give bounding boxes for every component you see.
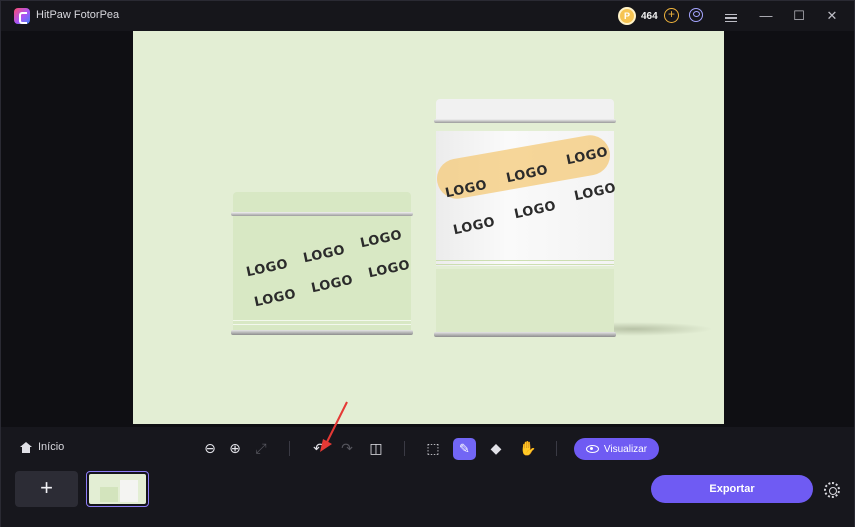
user-icon[interactable] <box>689 8 703 22</box>
add-image-button[interactable]: + <box>15 471 78 507</box>
image-canvas[interactable]: LOGO LOGO LOGO LOGO LOGO LOGO LOGO LOGO … <box>133 31 724 424</box>
tall-tin: LOGO LOGO LOGO LOGO LOGO LOGO <box>433 99 618 337</box>
coin-icon: P <box>618 7 636 25</box>
image-thumbnail[interactable] <box>86 471 149 507</box>
hand-icon[interactable]: ✋ <box>519 439 537 457</box>
ai-select-icon[interactable]: ⬚ <box>424 439 442 457</box>
export-button[interactable]: Exportar <box>651 475 813 503</box>
toolbar-divider <box>556 441 557 456</box>
home-label: Início <box>38 441 65 453</box>
redo-icon[interactable]: ↷ <box>338 439 356 457</box>
stripe <box>233 320 411 321</box>
home-button[interactable]: Início <box>20 441 64 453</box>
bottom-panel: + Exportar <box>1 469 854 527</box>
zoom-in-icon[interactable]: ⊕ <box>226 439 244 457</box>
preview-button[interactable]: Visualizar <box>574 438 659 460</box>
fit-screen-icon[interactable]: ⤢ <box>252 439 270 457</box>
editor-toolbar: Início ⊖ ⊕ ⤢ ↶ ↷ ◫ ⬚ ✎ ◆ ✋ Visualizar <box>1 427 854 469</box>
title-bar: HitPaw FotorPea P 464 + — ☐ ✕ <box>1 1 854 31</box>
brush-tool-button[interactable]: ✎ <box>453 438 476 460</box>
toolbar-divider <box>404 441 405 456</box>
compare-icon[interactable]: ◫ <box>367 439 385 457</box>
thumbnail-preview <box>89 474 146 504</box>
minimize-icon[interactable]: — <box>757 7 775 25</box>
maximize-icon[interactable]: ☐ <box>790 7 808 25</box>
small-tin: LOGO LOGO LOGO LOGO LOGO LOGO <box>231 192 413 335</box>
app-logo-icon <box>14 8 30 24</box>
eye-icon <box>585 445 599 453</box>
tall-tin-rim <box>434 119 616 123</box>
close-icon[interactable]: ✕ <box>823 7 841 25</box>
gear-icon[interactable] <box>824 482 840 498</box>
stripe <box>436 260 614 261</box>
tall-tin-base <box>434 332 616 337</box>
tall-tin-lid <box>436 99 614 120</box>
app-window: HitPaw FotorPea P 464 + — ☐ ✕ LOGO LOGO … <box>0 0 855 527</box>
stripe <box>233 324 411 325</box>
canvas-workspace[interactable]: LOGO LOGO LOGO LOGO LOGO LOGO LOGO LOGO … <box>1 31 854 427</box>
coin-count: 464 <box>641 10 658 22</box>
eraser-icon[interactable]: ◆ <box>487 439 505 457</box>
home-icon <box>20 441 32 453</box>
add-coin-icon[interactable]: + <box>664 8 679 23</box>
preview-label: Visualizar <box>603 443 648 455</box>
undo-icon[interactable]: ↶ <box>310 439 328 457</box>
small-tin-lid <box>233 192 411 213</box>
toolbar-divider <box>289 441 290 456</box>
zoom-out-icon[interactable]: ⊖ <box>201 439 219 457</box>
menu-icon[interactable] <box>722 7 740 25</box>
t2 <box>120 480 138 502</box>
small-tin-base <box>231 330 413 335</box>
coin-balance[interactable]: P 464 <box>618 6 661 26</box>
stripe <box>436 264 614 265</box>
app-title: HitPaw FotorPea <box>36 9 120 21</box>
tall-tin-body <box>436 269 614 333</box>
t1 <box>100 487 118 502</box>
